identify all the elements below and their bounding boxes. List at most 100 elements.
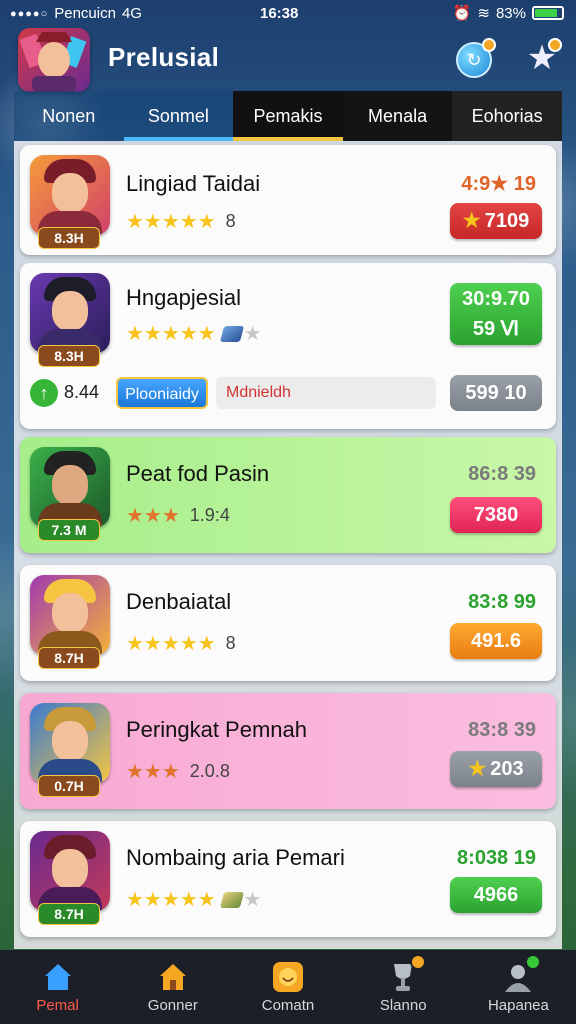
- score-button[interactable]: ★ 203: [450, 751, 542, 787]
- nav-comatn[interactable]: Comatn: [230, 950, 345, 1024]
- score-value: 7109: [484, 210, 530, 232]
- profile-icon: [501, 954, 542, 994]
- score-text: 83:8 99: [468, 591, 536, 613]
- app-logo[interactable]: [18, 28, 90, 92]
- secondary-button[interactable]: 599 10: [450, 375, 542, 411]
- score-button[interactable]: 491.6: [450, 623, 542, 659]
- ranking-list: 8.3H Lingiad Taidai ★★★★★ 8 4:9★ 19 ★ 710…: [14, 141, 562, 949]
- nav-label: Hapanea: [487, 997, 549, 1014]
- network-label: 4G: [121, 5, 142, 22]
- score-button[interactable]: 4966: [450, 877, 542, 913]
- clock: 16:38: [260, 5, 299, 22]
- status-bar: ●●●●○ Pencuicn 4G 16:38 ⏰ ≋ 83%: [0, 0, 576, 28]
- level-badge: 8.7H: [38, 647, 100, 669]
- nav-slanno[interactable]: Slanno: [346, 950, 461, 1024]
- star-rating: ★★★ 1.9:4: [126, 505, 230, 527]
- item-actions: ↑ 8.44 Plooniaidy Mdnieldh 599 10: [30, 373, 546, 413]
- notification-dot: [525, 954, 542, 970]
- nav-pemal[interactable]: Pemal: [0, 950, 115, 1024]
- score-text: 86:8 39: [468, 463, 536, 485]
- bottom-nav: Pemal Gonner Comatn Slanno Hapanea: [0, 950, 576, 1024]
- level-badge: 0.7H: [38, 775, 100, 797]
- star-rating: ★★★ 2.0.8: [126, 761, 230, 783]
- tab-eohorias[interactable]: Eohorias: [452, 91, 562, 141]
- score-text: 4:9★ 19: [461, 173, 536, 195]
- tab-pemakis[interactable]: Pemakis: [233, 91, 343, 141]
- battery-percent: 83%: [495, 4, 526, 22]
- home-icon: [44, 964, 71, 990]
- nav-label: Pemal: [36, 997, 79, 1014]
- nav-hapanea[interactable]: Hapanea: [461, 950, 576, 1024]
- tab-menala[interactable]: Menala: [342, 91, 453, 141]
- arrow-up-icon: ↑: [30, 379, 58, 407]
- avatar: [30, 831, 110, 911]
- wifi-icon: ≋: [477, 5, 490, 22]
- carrier-label: Pencuicn: [54, 5, 116, 22]
- rating-count: 8: [225, 633, 236, 653]
- nav-label: Slanno: [379, 997, 427, 1014]
- avatar: [30, 575, 110, 655]
- avatar: [30, 703, 110, 783]
- list-item[interactable]: 8.7H Denbaiatal ★★★★★ 8 83:8 99 491.6: [20, 565, 556, 681]
- favorites-button[interactable]: ★: [524, 38, 562, 76]
- tab-nonen[interactable]: Nonen: [14, 91, 124, 141]
- list-item[interactable]: 7.3 M Peat fod Pasin ★★★ 1.9:4 86:8 39 7…: [20, 437, 556, 553]
- app-header: Prelusial ↻ ★: [0, 28, 576, 92]
- level-badge: 8.3H: [38, 345, 100, 367]
- score-button[interactable]: ★ 7109: [450, 203, 542, 239]
- star-icon: ★: [468, 758, 487, 780]
- list-item[interactable]: 8.3H Hngapjesial ★★★★★ ★ 30:9.70 59 Ⅵ ↑ 8…: [20, 263, 556, 429]
- item-title: Peringkat Pemnah: [126, 717, 307, 742]
- star-rating: ★★★★★ 8: [126, 633, 236, 655]
- rating-count: 8: [225, 211, 236, 231]
- level-badge: 7.3 M: [38, 519, 100, 541]
- level-badge: 8.3H: [38, 227, 100, 249]
- star-rating: ★★★★★ ★: [126, 323, 262, 345]
- alarm-icon: ⏰: [452, 5, 472, 22]
- score-button[interactable]: 7380: [450, 497, 542, 533]
- star-rating: ★★★★★ 8: [126, 211, 236, 233]
- level-badge: 8.7H: [38, 903, 100, 925]
- trophy-icon: [386, 954, 427, 994]
- nav-gonner[interactable]: Gonner: [115, 950, 230, 1024]
- refresh-icon: ↻: [466, 50, 482, 70]
- star-rating: ★★★★★ ★: [126, 889, 262, 911]
- app-title: Prelusial: [108, 42, 220, 72]
- avatar: [30, 447, 110, 527]
- refresh-button[interactable]: ↻: [456, 38, 496, 78]
- book-icon: [219, 891, 244, 908]
- score-text: 8:038 19: [457, 847, 536, 869]
- book-icon: [219, 325, 244, 342]
- notification-dot: [410, 954, 427, 970]
- signal-icon: ●●●●○: [10, 7, 49, 20]
- list-item[interactable]: 8.7H Nombaing aria Pemari ★★★★★ ★ 8:038 1…: [20, 821, 556, 937]
- rating-count: 1.9:4: [189, 505, 230, 525]
- battery-icon: [532, 6, 564, 20]
- score-value: 203: [490, 758, 524, 780]
- score-button[interactable]: 30:9.70 59 Ⅵ: [450, 283, 542, 345]
- nav-label: Gonner: [147, 997, 198, 1014]
- tab-sonmel[interactable]: Sonmel: [123, 91, 234, 141]
- score-value: 30:9.70: [462, 288, 530, 310]
- change-value: 8.44: [64, 382, 100, 402]
- note-field[interactable]: Mdnieldh: [216, 377, 436, 409]
- list-item[interactable]: 0.7H Peringkat Pemnah ★★★ 2.0.8 83:8 39 …: [20, 693, 556, 809]
- score-text: 83:8 39: [468, 719, 536, 741]
- avatar: [30, 273, 110, 353]
- action-button[interactable]: Plooniaidy: [116, 377, 208, 409]
- item-title: Hngapjesial: [126, 285, 241, 310]
- avatar: [30, 155, 110, 235]
- smile-icon: [273, 962, 303, 992]
- item-title: Denbaiatal: [126, 589, 232, 614]
- house-icon: [159, 964, 186, 990]
- list-item[interactable]: 8.3H Lingiad Taidai ★★★★★ 8 4:9★ 19 ★ 710…: [20, 145, 556, 255]
- nav-label: Comatn: [261, 997, 315, 1014]
- item-title: Nombaing aria Pemari: [126, 845, 345, 870]
- notification-dot: [482, 38, 496, 52]
- star-icon: ★: [462, 210, 481, 232]
- notification-dot: [548, 38, 562, 52]
- rating-count: 2.0.8: [189, 761, 230, 781]
- item-title: Lingiad Taidai: [126, 171, 261, 196]
- score-subvalue: 59 Ⅵ: [472, 318, 520, 340]
- item-title: Peat fod Pasin: [126, 461, 270, 486]
